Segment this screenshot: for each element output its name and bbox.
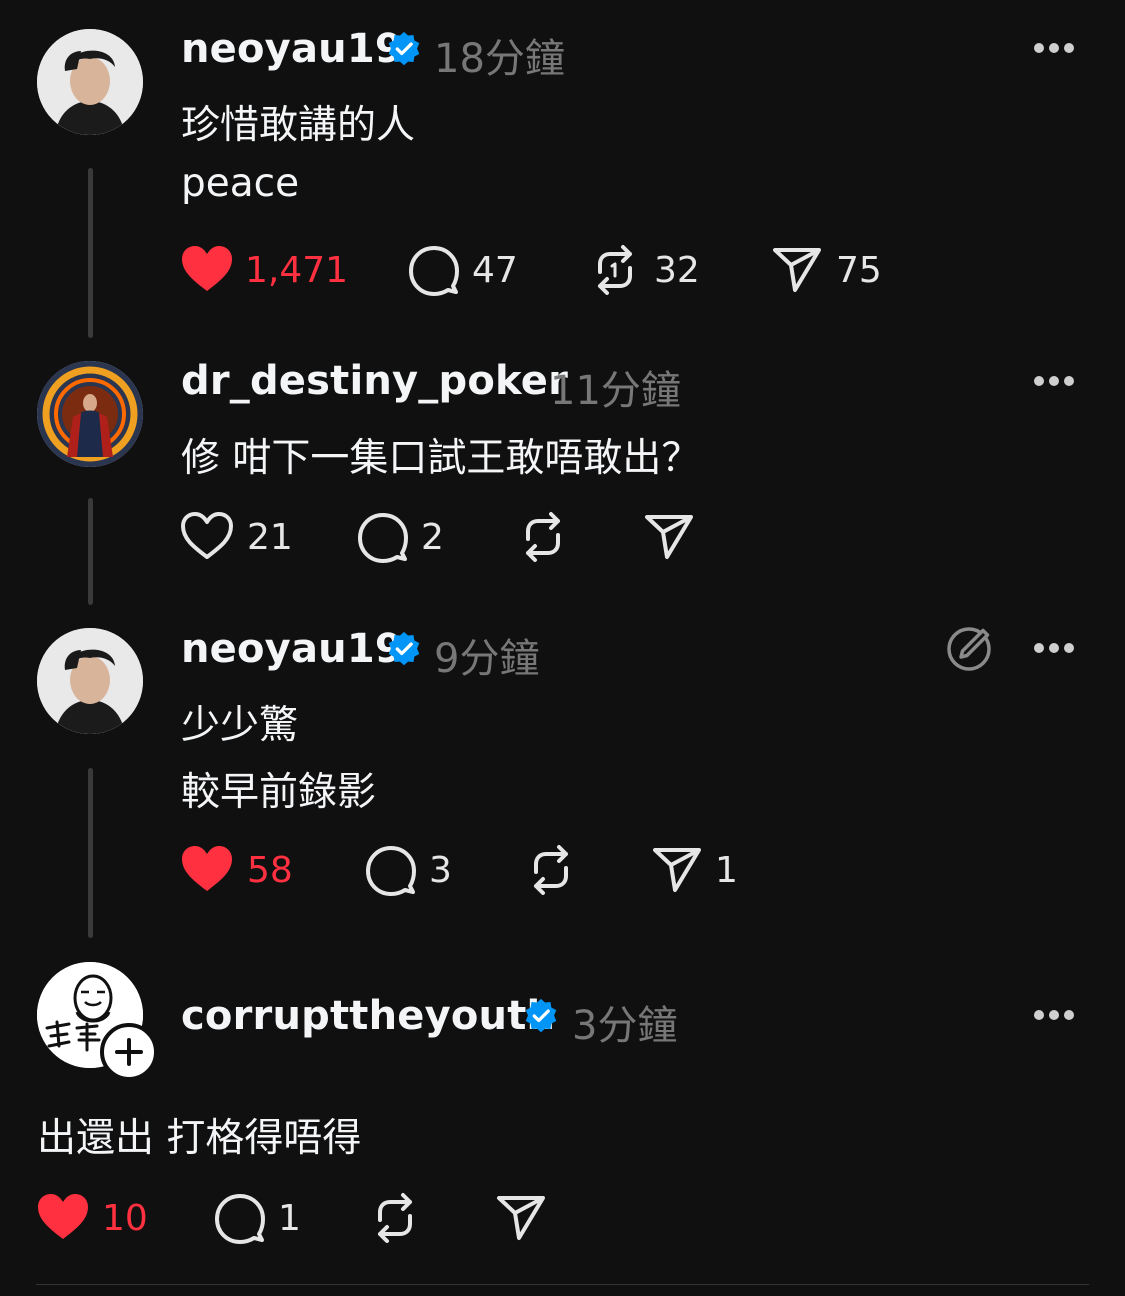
comment-icon[interactable] [365,844,417,896]
more-icon[interactable] [1034,1008,1078,1022]
thread-line [88,768,93,938]
comment-icon[interactable] [214,1192,266,1244]
comment-icon[interactable] [408,244,460,296]
verified-badge-icon [388,631,420,666]
post-text: 出還出 打格得唔得 [37,1116,362,1161]
thread-line [88,168,93,338]
heart-icon[interactable] [36,1192,90,1242]
reply-count: 3 [429,850,452,891]
like-count: 21 [247,517,293,558]
repost-icon[interactable] [518,511,568,563]
reply-count: 47 [472,250,518,291]
timestamp: 3分鐘 [572,1003,678,1049]
timestamp: 9分鐘 [434,636,540,682]
follow-button[interactable] [100,1023,158,1081]
timestamp: 11分鐘 [550,368,681,414]
username[interactable]: neoyau19 [181,26,403,72]
repost-icon[interactable] [590,244,640,296]
thread-line [88,498,93,605]
heart-icon[interactable] [180,844,234,894]
username[interactable]: corrupttheyouth [181,993,555,1039]
more-icon[interactable] [1034,41,1078,55]
post-text: 珍惜敢講的人 [181,103,416,148]
timestamp: 18分鐘 [434,36,565,82]
username[interactable]: neoyau19 [181,626,403,672]
post-text: 較早前錄影 [181,770,377,815]
divider [36,1284,1089,1285]
post-text: 少少驚 [181,703,299,748]
heart-icon[interactable] [180,511,234,561]
post-text: peace [181,161,300,206]
like-count: 1,471 [245,250,349,291]
avatar[interactable] [37,361,143,467]
share-icon[interactable] [772,246,822,294]
share-count: 1 [715,850,738,891]
reply-count: 1 [278,1198,301,1239]
repost-icon[interactable] [370,1192,420,1244]
heart-icon[interactable] [180,244,234,294]
repost-count: 32 [654,250,700,291]
more-icon[interactable] [1034,374,1078,388]
like-count: 58 [247,850,293,891]
more-icon[interactable] [1034,641,1078,655]
verified-badge-icon [525,998,557,1033]
share-icon[interactable] [652,846,702,894]
like-count: 10 [102,1198,148,1239]
avatar[interactable] [37,628,143,734]
reply-count: 2 [421,517,444,558]
share-count: 75 [836,250,882,291]
repost-icon[interactable] [526,844,576,896]
post-text: 修 咁下一集口試王敢唔敢出？ [181,436,701,481]
share-icon[interactable] [644,513,694,561]
comment-icon[interactable] [357,511,409,563]
plus-icon [115,1038,143,1066]
avatar[interactable] [37,29,143,135]
share-icon[interactable] [496,1194,546,1242]
edit-icon[interactable] [945,625,993,673]
username[interactable]: dr_destiny_poker [181,358,568,404]
verified-badge-icon [388,31,420,66]
